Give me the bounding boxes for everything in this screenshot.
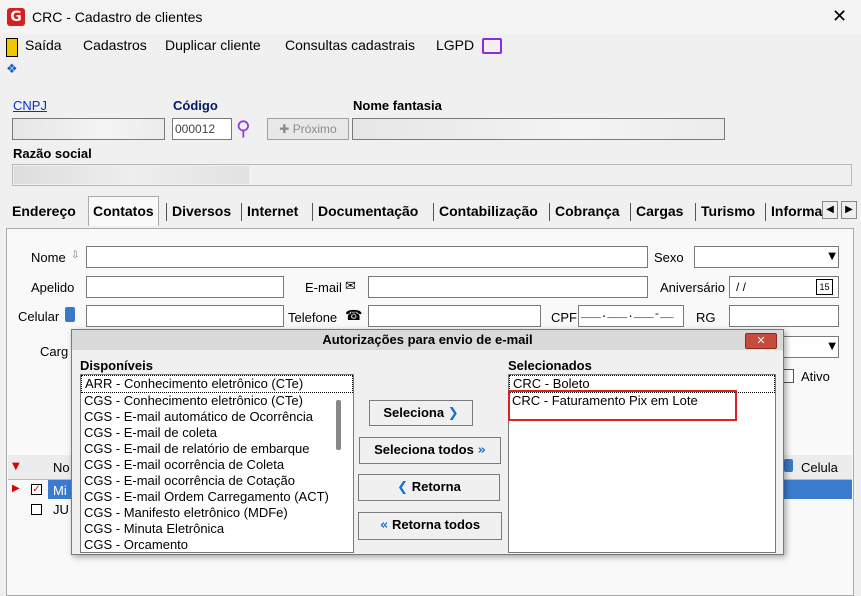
cargo-label: Carg bbox=[40, 344, 69, 359]
menu-saida[interactable]: Saída bbox=[25, 37, 62, 53]
chevron-right-icon: ❯ bbox=[447, 406, 459, 421]
tab-cargas[interactable]: Cargas bbox=[632, 199, 687, 224]
tab-endereco[interactable]: Endereço bbox=[8, 199, 80, 224]
chevron-left-icon: ❮ bbox=[397, 480, 409, 495]
aniversario-label: Aniversário bbox=[660, 280, 726, 295]
tab-scroll-right-icon[interactable]: ▶ bbox=[841, 201, 857, 219]
available-listbox[interactable]: ARR - Conhecimento eletrônico (CTe) CGS -… bbox=[80, 374, 354, 553]
dialog-title: Autorizações para envio de e-mail bbox=[72, 330, 783, 350]
tab-cobranca[interactable]: Cobrança bbox=[551, 199, 624, 224]
settings-diamond-icon[interactable]: ❖ bbox=[6, 62, 18, 77]
calendar-icon[interactable]: 15 bbox=[816, 279, 833, 295]
email-authorization-dialog: Autorizações para envio de e-mail ✕ Disp… bbox=[71, 329, 784, 555]
proximo-button[interactable]: ✚ Próximo bbox=[267, 118, 349, 140]
tab-documentacao[interactable]: Documentação bbox=[314, 199, 422, 224]
telefone-field[interactable] bbox=[368, 305, 541, 327]
close-window-button[interactable]: ✕ bbox=[832, 6, 847, 27]
sexo-label: Sexo bbox=[654, 250, 684, 265]
list-item[interactable]: CGS - E-mail ocorrência de Cotação bbox=[81, 473, 353, 489]
tab-strip: Endereço Contatos Diversos Internet Docu… bbox=[6, 196, 856, 226]
grid-col-nome[interactable]: No bbox=[53, 460, 70, 475]
list-item[interactable]: CGS - E-mail ocorrência de Coleta bbox=[81, 457, 353, 473]
sexo-select[interactable]: ▼ bbox=[694, 246, 839, 268]
telephone-icon: ☎ bbox=[345, 308, 363, 324]
available-label: Disponíveis bbox=[80, 358, 153, 373]
cpf-field[interactable]: ___.___.___-__ bbox=[578, 305, 684, 327]
list-item[interactable]: CGS - E-mail Ordem Carregamento (ACT) bbox=[81, 489, 353, 505]
double-chevron-left-icon: « bbox=[379, 518, 389, 533]
row-checkbox[interactable] bbox=[31, 504, 42, 515]
menu-consultas-cadastrais[interactable]: Consultas cadastrais bbox=[285, 37, 415, 53]
grid-col-celular[interactable]: Celula bbox=[801, 460, 838, 475]
retorna-button[interactable]: ❮ Retorna bbox=[358, 474, 500, 501]
retorna-todos-button[interactable]: « Retorna todos bbox=[358, 512, 502, 540]
list-item[interactable]: CGS - E-mail de relatório de embarque bbox=[81, 441, 353, 457]
apelido-field[interactable] bbox=[86, 276, 284, 298]
list-item[interactable]: CGS - E-mail automático de Ocorrência bbox=[81, 409, 353, 425]
chevron-down-icon: ▼ bbox=[828, 341, 836, 352]
envelope-icon: ✉ bbox=[345, 279, 356, 294]
sort-indicator-icon: ▼ bbox=[12, 461, 20, 472]
cpf-label: CPF bbox=[551, 310, 577, 325]
tab-scroll-left-icon[interactable]: ◀ bbox=[822, 201, 838, 219]
window-title: CRC - Cadastro de clientes bbox=[32, 9, 203, 25]
list-item[interactable]: CGS - Conhecimento eletrônico (CTe) bbox=[81, 393, 353, 409]
celular-label: Celular bbox=[18, 309, 60, 324]
telefone-label: Telefone bbox=[288, 310, 338, 325]
chevron-down-icon: ▼ bbox=[828, 251, 836, 262]
menu-duplicar-cliente[interactable]: Duplicar cliente bbox=[165, 37, 261, 53]
current-row-arrow-icon: ▶ bbox=[12, 483, 20, 494]
mobile-phone-icon bbox=[65, 307, 75, 322]
list-item[interactable]: CGS - Minuta Eletrônica bbox=[81, 521, 353, 537]
tab-internet[interactable]: Internet bbox=[243, 199, 302, 224]
apelido-label: Apelido bbox=[31, 280, 75, 295]
menu-cadastros[interactable]: Cadastros bbox=[83, 37, 147, 53]
mobile-phone-icon bbox=[784, 459, 793, 472]
nome-label: Nome bbox=[31, 250, 66, 265]
nome-fantasia-field[interactable] bbox=[352, 118, 725, 140]
tab-diversos[interactable]: Diversos bbox=[168, 199, 235, 224]
list-item[interactable]: ARR - Conhecimento eletrônico (CTe) bbox=[81, 375, 353, 393]
tab-informacoes[interactable]: Informa bbox=[767, 199, 829, 224]
cnpj-label[interactable]: CNPJ bbox=[13, 98, 47, 113]
grid-cell-nome: Mi bbox=[53, 483, 67, 498]
tab-contabilizacao[interactable]: Contabilização bbox=[435, 199, 542, 224]
rg-label: RG bbox=[696, 310, 716, 325]
app-logo-icon: G bbox=[7, 8, 25, 26]
codigo-field[interactable]: 000012 bbox=[172, 118, 232, 140]
exit-door-icon bbox=[6, 38, 18, 57]
plus-icon: ✚ bbox=[279, 122, 293, 136]
email-field[interactable] bbox=[368, 276, 648, 298]
razao-social-label: Razão social bbox=[13, 146, 92, 161]
razao-social-field[interactable] bbox=[12, 164, 852, 186]
selected-label: Selecionados bbox=[508, 358, 592, 373]
row-checkbox[interactable]: ✓ bbox=[31, 484, 42, 495]
search-icon[interactable]: ⚲ bbox=[236, 116, 251, 140]
nome-fantasia-label: Nome fantasia bbox=[353, 98, 442, 113]
highlight-annotation bbox=[508, 390, 737, 421]
cnpj-field[interactable] bbox=[12, 118, 165, 140]
codigo-label: Código bbox=[173, 98, 218, 113]
scrollbar-thumb[interactable] bbox=[336, 400, 341, 450]
ativo-label: Ativo bbox=[801, 369, 830, 384]
seleciona-button[interactable]: Seleciona ❯ bbox=[369, 400, 473, 426]
lgpd-monitor-icon[interactable] bbox=[482, 38, 502, 54]
list-item[interactable]: CGS - Orcamento bbox=[81, 537, 353, 552]
seleciona-todos-button[interactable]: Seleciona todos » bbox=[359, 437, 501, 464]
list-item[interactable]: CGS - Manifesto eletrônico (MDFe) bbox=[81, 505, 353, 521]
menu-lgpd[interactable]: LGPD bbox=[436, 37, 474, 53]
double-chevron-right-icon: » bbox=[477, 443, 486, 458]
tab-contatos[interactable]: Contatos bbox=[88, 196, 159, 226]
grid-cell-nome: JU bbox=[53, 502, 69, 517]
sort-down-icon: ⇩ bbox=[71, 250, 80, 261]
email-label: E-mail bbox=[305, 280, 342, 295]
rg-field[interactable] bbox=[729, 305, 839, 327]
nome-field[interactable] bbox=[86, 246, 648, 268]
tab-turismo[interactable]: Turismo bbox=[697, 199, 759, 224]
dialog-close-button[interactable]: ✕ bbox=[745, 333, 777, 349]
list-item[interactable]: CGS - E-mail de coleta bbox=[81, 425, 353, 441]
celular-field[interactable] bbox=[86, 305, 284, 327]
